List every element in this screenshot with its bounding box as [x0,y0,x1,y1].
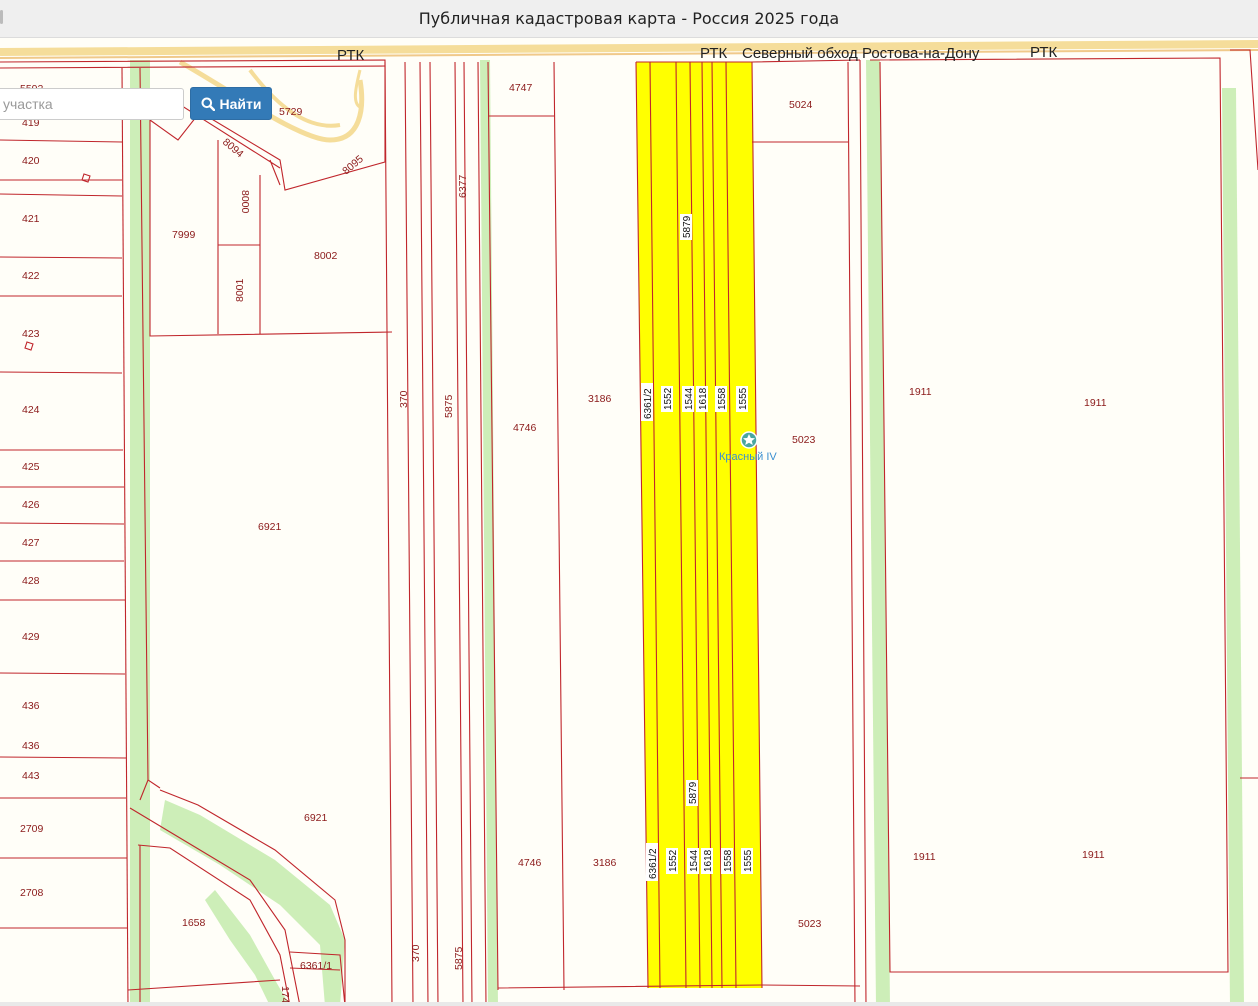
parcel-label: 3186 [593,857,617,869]
parcel-label: 1911 [909,386,932,398]
parcel-label: 1911 [1084,397,1107,409]
parcel-label: 6361/1 [300,960,332,972]
parcel-label: 8002 [314,250,338,262]
road-label-rtk-2: РТК [700,45,727,62]
parcel-label: 3186 [588,393,612,405]
parcel-label: 420 [22,155,40,167]
parcel-label: 1911 [913,851,936,863]
window-titlebar: Публичная кадастровая карта - Россия 202… [0,0,1258,38]
parcel-label: 8001 [234,278,246,302]
parcel-label: 5024 [789,99,813,111]
parcel-label: 1552 [663,387,674,410]
parcel-label: 4746 [513,422,537,434]
parcel-label: 429 [22,631,40,643]
parcel-label: 421 [22,213,40,225]
parcel-label: 370 [410,944,422,962]
parcel-label: 8094 [220,136,246,160]
parcel-label: 422 [22,270,40,282]
search-icon [201,97,215,111]
parcel-label: 1555 [743,849,754,872]
find-button[interactable]: Найти [190,87,272,120]
parcel-label: 1544 [689,849,700,872]
parcel-label: 5875 [443,394,455,418]
parcel-label: 4746 [518,857,542,869]
parcel-label: 423 [22,328,40,340]
parcel-label: 2708 [20,887,44,899]
parcel-label: 6361/2 [643,388,654,419]
road-label-rtk-3: РТК [1030,44,1057,61]
parcel-label: 2709 [20,823,44,835]
parcel-label: 7999 [172,229,196,241]
parcel-label: 6377 [457,174,469,198]
parcel-label: 5879 [682,215,693,238]
parcel-label: 8095 [340,153,366,177]
parcel-label: 1555 [738,387,749,410]
parcel-label: 1558 [723,849,734,872]
parcel-label: 425 [22,461,40,473]
parcel-label: 5023 [792,434,816,446]
parcel-label: 370 [398,390,410,408]
parcel-label: 1558 [717,387,728,410]
parcel-label: 436 [22,700,40,712]
parcel-label: 1618 [703,849,714,872]
cadastral-map[interactable]: .pl { fill:none; stroke:#c0262c; stroke-… [0,38,1258,1006]
parcel-label: 1552 [668,849,679,872]
parcel-label: 428 [22,575,40,587]
window-title: Публичная кадастровая карта - Россия 202… [418,9,840,28]
parcel-label: 6921 [258,521,282,533]
parcel-label: 4747 [509,82,533,94]
road-label-bypass: Северный обход Ростова-на-Дону [742,45,980,62]
bottom-strip [0,1002,1258,1006]
parcel-label: 436 [22,740,40,752]
parcel-label: 443 [22,770,40,782]
parcel-label: 8000 [239,190,251,214]
parcel-label: 424 [22,404,40,416]
parcel-label: 5729 [279,106,303,118]
parcel-label: 1911 [1082,849,1105,861]
poi-label: Красный IV [719,451,777,463]
parcel-boundaries [0,49,1258,1006]
parcel-label: 6361/2 [648,848,659,879]
parcel-label: 5879 [688,781,699,804]
find-button-label: Найти [219,95,262,112]
cadastral-search-input[interactable] [0,88,184,120]
parcel-label: 426 [22,499,40,511]
parcel-label: 427 [22,537,40,549]
parcel-label: 1544 [684,387,695,410]
parcel-labels: 5592 419 420 421 422 423 424 425 426 427… [20,82,1107,1004]
parcel-label: 5875 [453,946,465,970]
map-canvas[interactable]: .pl { fill:none; stroke:#c0262c; stroke-… [0,38,1258,1006]
road-label-rtk-1: РТК [337,47,364,64]
parcel-label: 1618 [698,387,709,410]
parcel-label: 6921 [304,812,328,824]
parcel-label: 1658 [182,917,206,929]
parcel-label: 5023 [798,918,822,930]
